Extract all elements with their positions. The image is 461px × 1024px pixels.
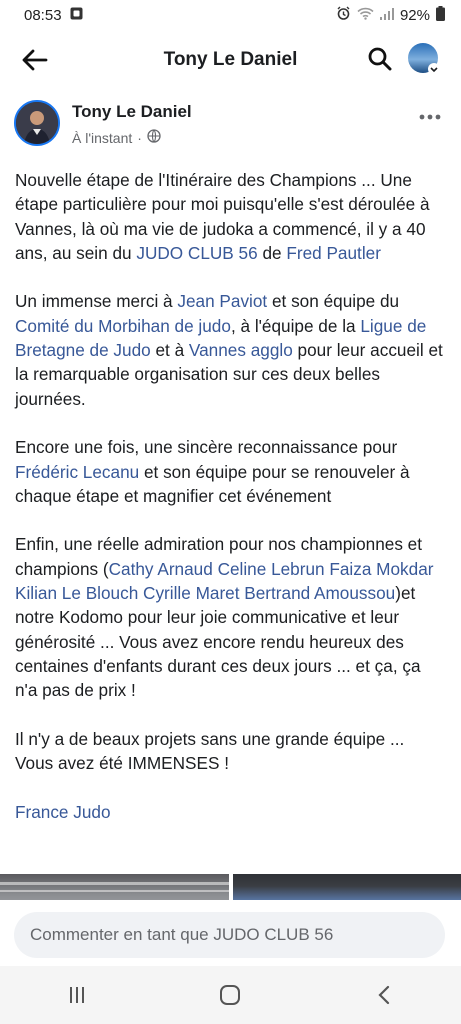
battery-level: 92%: [399, 6, 430, 24]
notification-icon: [70, 7, 83, 24]
post-text: et son équipe du: [267, 291, 400, 312]
author-avatar[interactable]: [14, 100, 60, 146]
post-paragraph: Encore une fois, une sincère reconnaissa…: [15, 435, 446, 508]
post-paragraph: Enfin, une réelle admiration pour nos ch…: [15, 532, 446, 702]
mention-link[interactable]: Faiza Mokdar: [329, 559, 433, 579]
mention-link[interactable]: Celine Lebrun: [218, 559, 325, 579]
recent-apps-button[interactable]: [47, 975, 107, 1015]
mention-link[interactable]: Vannes agglo: [189, 340, 293, 360]
more-dots-icon: [419, 114, 441, 120]
globe-icon: [147, 129, 161, 146]
wifi-icon: [357, 7, 374, 24]
post-text: Un immense merci à: [15, 291, 178, 312]
mention-link[interactable]: Cyrille Maret: [143, 583, 239, 603]
mention-link[interactable]: Fred Pautler: [286, 243, 381, 263]
search-button[interactable]: [365, 44, 395, 74]
signal-icon: [379, 7, 394, 24]
home-button[interactable]: [200, 975, 260, 1015]
comment-bar: Commenter en tant que JUDO CLUB 56: [0, 900, 461, 964]
post-paragraph: Un immense merci à Jean Paviot et son éq…: [15, 289, 446, 410]
post-timestamp[interactable]: À l'instant: [72, 130, 132, 146]
mention-link[interactable]: Bertrand Amoussou: [244, 583, 395, 603]
mention-link[interactable]: Kilian Le Blouch: [15, 583, 138, 603]
post-text: Il n'y a de beaux projets sans une grand…: [15, 728, 405, 774]
comment-input[interactable]: Commenter en tant que JUDO CLUB 56: [14, 912, 445, 958]
status-left: 08:53: [24, 7, 83, 24]
status-right: 92%: [336, 5, 445, 25]
post-header: Tony Le Daniel À l'instant ·: [0, 90, 461, 158]
status-bar: 08:53 92%: [0, 0, 461, 30]
post-text: de: [257, 242, 287, 263]
back-chevron-icon: [378, 985, 390, 1005]
post-paragraph: France Judo: [15, 800, 446, 824]
post-body: Nouvelle étape de l'Itinéraire des Champ…: [0, 158, 461, 824]
post-text: et à: [150, 340, 189, 361]
author-photo: [16, 102, 58, 144]
mention-link[interactable]: JUDO CLUB 56: [136, 243, 257, 263]
search-icon: [368, 47, 392, 71]
post-meta: À l'instant ·: [72, 129, 161, 146]
mention-link[interactable]: Cathy Arnaud: [109, 559, 213, 579]
meta-separator: ·: [137, 129, 142, 146]
alarm-icon: [336, 6, 351, 25]
more-options-button[interactable]: [419, 102, 441, 124]
post-text: Encore une fois, une sincère reconnaissa…: [15, 437, 398, 458]
recent-apps-icon: [69, 987, 84, 1003]
profile-switcher-button[interactable]: [407, 42, 441, 76]
battery-icon: [436, 5, 445, 25]
back-nav-button[interactable]: [354, 975, 414, 1015]
mention-link[interactable]: Jean Paviot: [177, 291, 267, 311]
post-paragraph: Il n'y a de beaux projets sans une grand…: [15, 727, 446, 776]
clock: 08:53: [24, 6, 62, 24]
system-nav-bar: [0, 966, 461, 1024]
mention-link[interactable]: France Judo: [15, 802, 111, 822]
post-text: , à l'équipe de la: [230, 315, 361, 336]
author-name[interactable]: Tony Le Daniel: [72, 102, 192, 122]
app-header: Tony Le Daniel: [0, 30, 461, 90]
home-icon: [220, 985, 241, 1005]
post-paragraph: Nouvelle étape de l'Itinéraire des Champ…: [15, 168, 446, 265]
mention-link[interactable]: Comité du Morbihan de judo: [15, 316, 231, 336]
profile-avatar-icon: [408, 43, 440, 75]
mention-link[interactable]: Frédéric Lecanu: [15, 462, 139, 482]
